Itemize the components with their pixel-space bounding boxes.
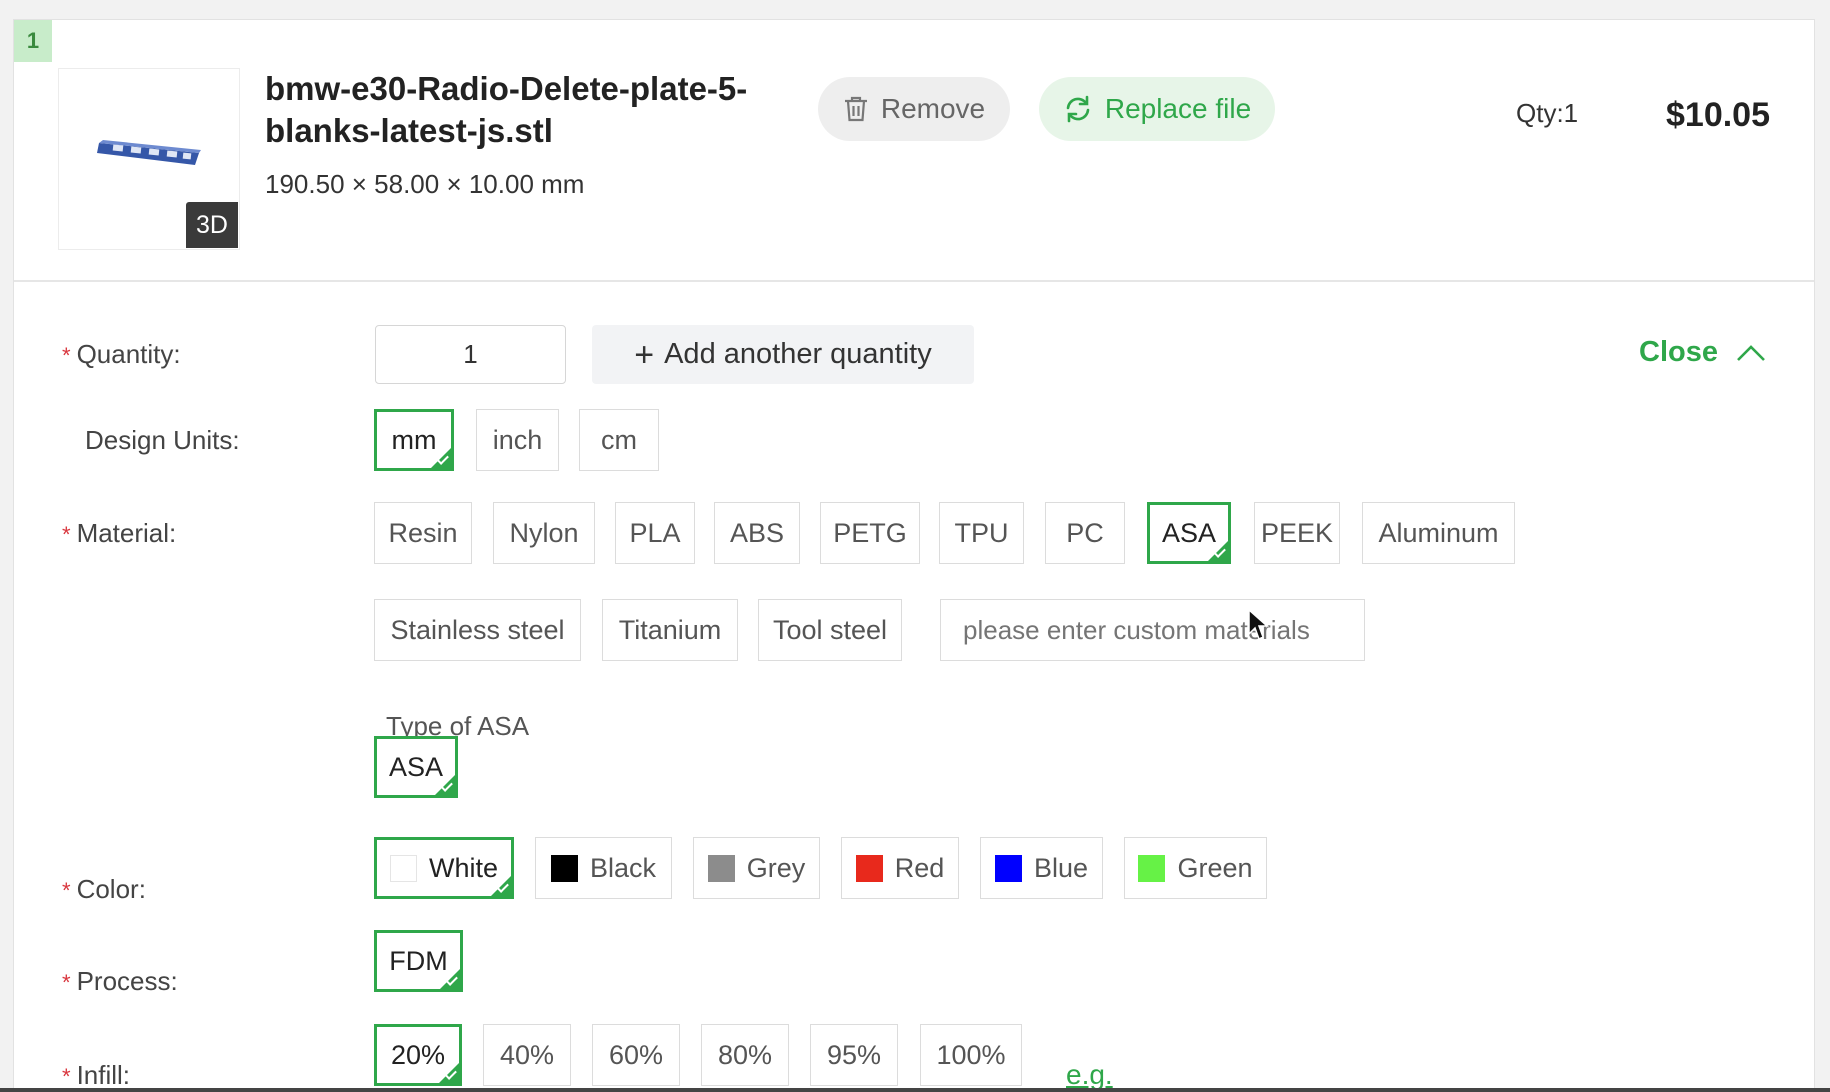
chevron-up-icon <box>1737 344 1765 361</box>
item-index-badge: 1 <box>14 20 52 62</box>
replace-file-label: Replace file <box>1104 93 1252 124</box>
color-swatch-black <box>550 854 578 882</box>
custom-material-input[interactable] <box>940 599 1365 661</box>
quantity-label: * Quantity: <box>62 339 181 369</box>
required-mark: * <box>62 1064 71 1089</box>
model-dimensions: 190.50 × 58.00 × 10.00 mm <box>265 169 585 199</box>
trash-icon <box>844 96 867 122</box>
process-option-fdm[interactable]: FDM <box>374 930 463 992</box>
required-mark: * <box>62 970 71 995</box>
quantity-input[interactable] <box>375 325 566 384</box>
cart-item-card: 1 3D bmw-e30-Radio-Delete-plate-5-blanks… <box>13 19 1815 1092</box>
infill-option-80[interactable]: 80% <box>701 1024 789 1086</box>
unit-option-cm[interactable]: cm <box>579 409 659 471</box>
color-swatch-grey <box>707 854 735 882</box>
unit-option-mm[interactable]: mm <box>374 409 454 471</box>
mouse-cursor-icon <box>1248 608 1269 641</box>
material-option-resin[interactable]: Resin <box>374 502 472 564</box>
color-option-white[interactable]: White <box>374 837 514 899</box>
infill-option-60[interactable]: 60% <box>592 1024 680 1086</box>
window-bottom-edge <box>0 1088 1830 1092</box>
model-thumbnail[interactable]: 3D <box>58 68 240 250</box>
color-swatch-green <box>1138 854 1166 882</box>
color-option-blue[interactable]: Blue <box>980 837 1103 899</box>
infill-example-link[interactable]: e.g. <box>1066 1059 1113 1091</box>
replace-file-button[interactable]: Replace file <box>1039 77 1275 141</box>
add-quantity-label: Add another quantity <box>664 338 932 370</box>
infill-option-20[interactable]: 20% <box>374 1024 462 1086</box>
remove-button[interactable]: Remove <box>818 77 1010 141</box>
material-option-abs[interactable]: ABS <box>714 502 800 564</box>
material-option-asa[interactable]: ASA <box>1147 502 1231 564</box>
material-option-peek[interactable]: PEEK <box>1254 502 1340 564</box>
material-option-petg[interactable]: PETG <box>820 502 920 564</box>
material-option-titanium[interactable]: Titanium <box>602 599 738 661</box>
material-option-nylon[interactable]: Nylon <box>493 502 595 564</box>
color-swatch-red <box>855 854 883 882</box>
color-option-green[interactable]: Green <box>1124 837 1267 899</box>
color-option-red[interactable]: Red <box>841 837 959 899</box>
infill-option-40[interactable]: 40% <box>483 1024 571 1086</box>
color-label: * Color: <box>62 874 146 904</box>
infill-label: * Infill: <box>62 1060 131 1090</box>
section-divider <box>14 280 1814 282</box>
unit-option-inch[interactable]: inch <box>476 409 559 471</box>
material-label: * Material: <box>62 518 177 548</box>
close-config-button[interactable]: Close <box>1639 336 1766 369</box>
color-option-grey[interactable]: Grey <box>693 837 820 899</box>
color-option-black[interactable]: Black <box>535 837 672 899</box>
item-price: $10.05 <box>1666 96 1770 134</box>
quantity-summary: Qty:1 <box>1516 98 1579 128</box>
add-quantity-button[interactable]: + Add another quantity <box>592 325 974 384</box>
required-mark: * <box>62 343 71 368</box>
required-mark: * <box>62 522 71 547</box>
material-option-tpu[interactable]: TPU <box>939 502 1024 564</box>
view-3d-badge[interactable]: 3D <box>186 202 238 248</box>
required-mark: * <box>62 878 71 903</box>
color-swatch-white <box>389 854 417 882</box>
design-units-label: Design Units: <box>85 425 240 455</box>
refresh-icon <box>1066 95 1090 123</box>
material-option-tool-steel[interactable]: Tool steel <box>758 599 902 661</box>
plus-icon: + <box>634 335 655 374</box>
color-swatch-blue <box>994 854 1022 882</box>
infill-option-95[interactable]: 95% <box>810 1024 898 1086</box>
material-option-pla[interactable]: PLA <box>615 502 695 564</box>
process-label: * Process: <box>62 966 178 996</box>
remove-button-label: Remove <box>880 93 986 124</box>
infill-option-100[interactable]: 100% <box>920 1024 1022 1086</box>
material-type-option-asa[interactable]: ASA <box>374 736 458 798</box>
material-option-pc[interactable]: PC <box>1045 502 1125 564</box>
material-option-stainless-steel[interactable]: Stainless steel <box>374 599 581 661</box>
file-name: bmw-e30-Radio-Delete-plate-5-blanks-late… <box>265 70 748 149</box>
material-option-aluminum[interactable]: Aluminum <box>1362 502 1515 564</box>
model-preview-image <box>97 140 201 165</box>
close-label: Close <box>1639 336 1718 368</box>
